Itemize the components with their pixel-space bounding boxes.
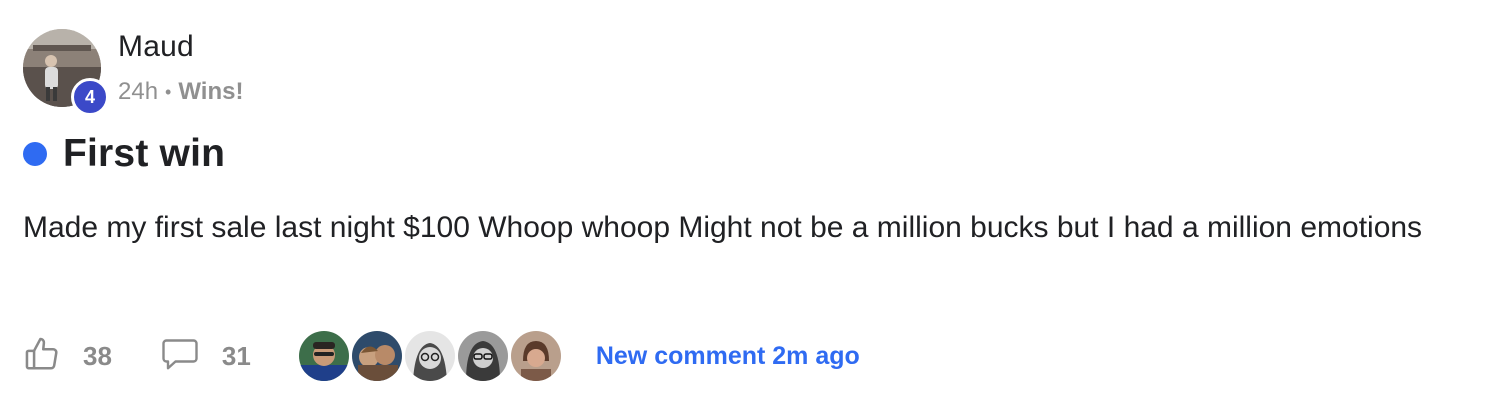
comment-count: 31 xyxy=(221,340,251,371)
commenter-avatar-3[interactable] xyxy=(404,331,455,381)
unread-dot-icon xyxy=(23,142,47,166)
post-title[interactable]: First win xyxy=(63,132,225,176)
commenter-avatar-4[interactable] xyxy=(457,331,508,381)
comment-button[interactable]: 31 xyxy=(160,336,251,377)
post-card: 4 Maud 24h • Wins! First win Made my fir… xyxy=(0,0,1500,409)
post-meta: 24h • Wins! xyxy=(118,78,243,106)
commenter-avatar-1[interactable] xyxy=(298,331,349,381)
new-comment-link[interactable]: New comment 2m ago xyxy=(596,342,860,371)
thumbs-up-icon[interactable] xyxy=(23,335,61,378)
like-button[interactable]: 38 xyxy=(23,335,112,378)
meta-separator: • xyxy=(165,81,172,102)
post-time: 24h xyxy=(118,78,159,105)
commenter-avatar-5[interactable] xyxy=(510,331,561,381)
post-body: Made my first sale last night $100 Whoop… xyxy=(23,211,1423,244)
like-count: 38 xyxy=(83,340,112,371)
commenter-avatar-2[interactable] xyxy=(351,331,402,381)
post-footer: 38 31 New comment 2m ago xyxy=(23,330,860,382)
post-title-row[interactable]: First win xyxy=(23,132,225,176)
commenter-avatars[interactable] xyxy=(298,331,564,381)
level-badge: 4 xyxy=(71,78,109,116)
comment-bubble-icon[interactable] xyxy=(160,336,200,377)
author-name[interactable]: Maud xyxy=(118,30,194,64)
post-category[interactable]: Wins! xyxy=(178,78,243,106)
